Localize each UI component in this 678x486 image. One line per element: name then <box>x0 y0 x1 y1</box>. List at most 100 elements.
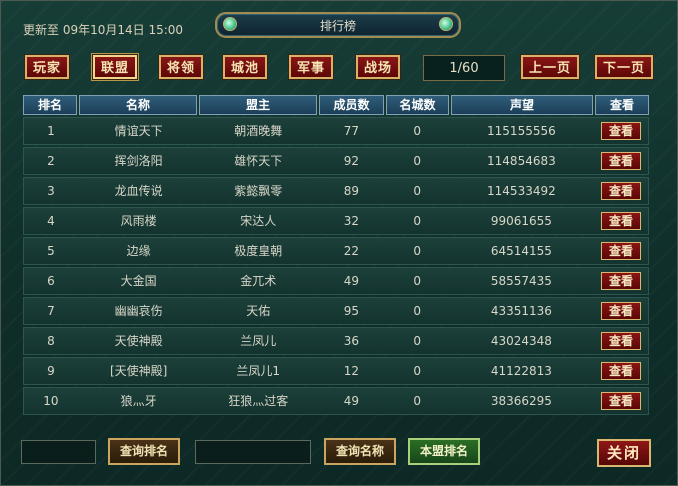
window-title: 排行榜 <box>319 19 356 33</box>
cities-cell: 0 <box>413 394 422 408</box>
view-button[interactable]: 查看 <box>601 302 642 320</box>
members-cell: 32 <box>343 214 360 228</box>
view-cell: 查看 <box>594 118 648 144</box>
members-cell: 22 <box>343 244 360 258</box>
cities-cell: 0 <box>413 364 422 378</box>
alliance-name-cell: 风雨楼 <box>120 214 157 228</box>
table-row: 1 情谊天下 朝酒晚舞 77 0 115155556 查看 <box>23 117 649 145</box>
view-cell: 查看 <box>594 358 648 384</box>
members-cell: 95 <box>343 304 360 318</box>
prestige-cell: 38366295 <box>490 394 552 408</box>
cities-cell: 0 <box>413 184 422 198</box>
prestige-cell: 64514155 <box>490 244 552 258</box>
prestige-cell: 114533492 <box>487 184 556 198</box>
table-row: 7 幽幽哀伤 天佑 95 0 43351136 查看 <box>23 297 649 325</box>
view-button[interactable]: 查看 <box>601 152 642 170</box>
view-cell: 查看 <box>594 328 648 354</box>
rank-cell: 10 <box>43 394 59 408</box>
column-header-leader: 盟主 <box>199 95 317 115</box>
alliance-name-cell: 天使神殿 <box>114 334 163 348</box>
rank-cell: 5 <box>47 244 55 258</box>
rank-cell: 3 <box>47 184 55 198</box>
cities-cell: 0 <box>413 274 422 288</box>
alliance-name-cell: 情谊天下 <box>114 124 163 138</box>
view-button[interactable]: 查看 <box>601 122 642 140</box>
query-name-button[interactable]: 查询名称 <box>324 438 396 465</box>
view-cell: 查看 <box>594 298 648 324</box>
ranking-table: 排名 名称 盟主 成员数 名城数 声望 查看 1 情谊天下 朝酒晚舞 77 0 … <box>23 95 649 417</box>
view-button[interactable]: 查看 <box>601 272 642 290</box>
page-indicator: 1/60 <box>423 55 505 81</box>
tab-battlefield[interactable]: 战场 <box>355 54 401 80</box>
leader-cell: 兰凤儿1 <box>236 364 281 378</box>
leader-cell: 天佑 <box>246 304 271 318</box>
rank-cell: 9 <box>47 364 55 378</box>
leader-cell: 金兀术 <box>240 274 277 288</box>
cities-cell: 0 <box>413 214 422 228</box>
members-cell: 36 <box>343 334 360 348</box>
alliance-name-cell: 龙血传说 <box>114 184 163 198</box>
members-cell: 12 <box>343 364 360 378</box>
rank-query-input[interactable] <box>21 440 96 464</box>
view-button[interactable]: 查看 <box>601 242 642 260</box>
alliance-name-cell: 幽幽哀伤 <box>114 304 163 318</box>
table-row: 2 挥剑洛阳 雄怀天下 92 0 114854683 查看 <box>23 147 649 175</box>
cities-cell: 0 <box>413 244 422 258</box>
query-rank-button[interactable]: 查询排名 <box>108 438 180 465</box>
alliance-name-cell: 狼灬牙 <box>120 394 157 408</box>
members-cell: 77 <box>343 124 360 138</box>
table-row: 8 天使神殿 兰凤儿 36 0 43024348 查看 <box>23 327 649 355</box>
column-header-rank: 排名 <box>23 95 77 115</box>
my-alliance-rank-button[interactable]: 本盟排名 <box>408 438 480 465</box>
view-cell: 查看 <box>594 208 648 234</box>
view-cell: 查看 <box>594 268 648 294</box>
leader-cell: 狂狼灬过客 <box>228 394 289 408</box>
window-title-bar: 排行榜 <box>215 12 461 38</box>
view-cell: 查看 <box>594 178 648 204</box>
members-cell: 92 <box>343 154 360 168</box>
rank-cell: 1 <box>47 124 55 138</box>
alliance-name-cell: [天使神殿] <box>109 364 168 378</box>
table-row: 10 狼灬牙 狂狼灬过客 49 0 38366295 查看 <box>23 387 649 415</box>
cities-cell: 0 <box>413 124 422 138</box>
view-button[interactable]: 查看 <box>601 362 642 380</box>
leader-cell: 兰凤儿 <box>240 334 277 348</box>
rank-cell: 6 <box>47 274 55 288</box>
view-button[interactable]: 查看 <box>601 212 642 230</box>
tab-military[interactable]: 军事 <box>288 54 334 80</box>
view-cell: 查看 <box>594 238 648 264</box>
members-cell: 49 <box>343 394 360 408</box>
prestige-cell: 58557435 <box>490 274 552 288</box>
name-query-input[interactable] <box>195 440 311 464</box>
prestige-cell: 43351136 <box>490 304 552 318</box>
next-page-button[interactable]: 下一页 <box>594 54 654 80</box>
tab-players[interactable]: 玩家 <box>24 54 70 80</box>
prestige-cell: 41122813 <box>490 364 552 378</box>
tab-generals[interactable]: 将领 <box>158 54 204 80</box>
leader-cell: 极度皇朝 <box>234 244 283 258</box>
view-button[interactable]: 查看 <box>601 182 642 200</box>
table-row: 5 边缘 极度皇朝 22 0 64514155 查看 <box>23 237 649 265</box>
alliance-name-cell: 挥剑洛阳 <box>114 154 163 168</box>
column-header-view: 查看 <box>595 95 649 115</box>
prestige-cell: 99061655 <box>490 214 552 228</box>
column-header-cities: 名城数 <box>386 95 449 115</box>
close-button[interactable]: 关闭 <box>597 439 651 467</box>
gem-icon <box>439 17 453 31</box>
tab-alliances[interactable]: 联盟 <box>92 54 138 80</box>
members-cell: 49 <box>343 274 360 288</box>
rank-cell: 4 <box>47 214 55 228</box>
view-button[interactable]: 查看 <box>601 392 642 410</box>
table-row: 3 龙血传说 紫懿飘零 89 0 114533492 查看 <box>23 177 649 205</box>
cities-cell: 0 <box>413 334 422 348</box>
update-timestamp: 更新至 09年10月14日 15:00 <box>23 23 184 37</box>
prev-page-button[interactable]: 上一页 <box>520 54 580 80</box>
rank-cell: 2 <box>47 154 55 168</box>
view-button[interactable]: 查看 <box>601 332 642 350</box>
prestige-cell: 43024348 <box>490 334 552 348</box>
rank-cell: 8 <box>47 334 55 348</box>
prestige-cell: 115155556 <box>487 124 556 138</box>
tab-cities[interactable]: 城池 <box>222 54 268 80</box>
ranking-window: 更新至 09年10月14日 15:00 排行榜 玩家 联盟 将领 城池 军事 战… <box>0 0 678 486</box>
prestige-cell: 114854683 <box>487 154 556 168</box>
